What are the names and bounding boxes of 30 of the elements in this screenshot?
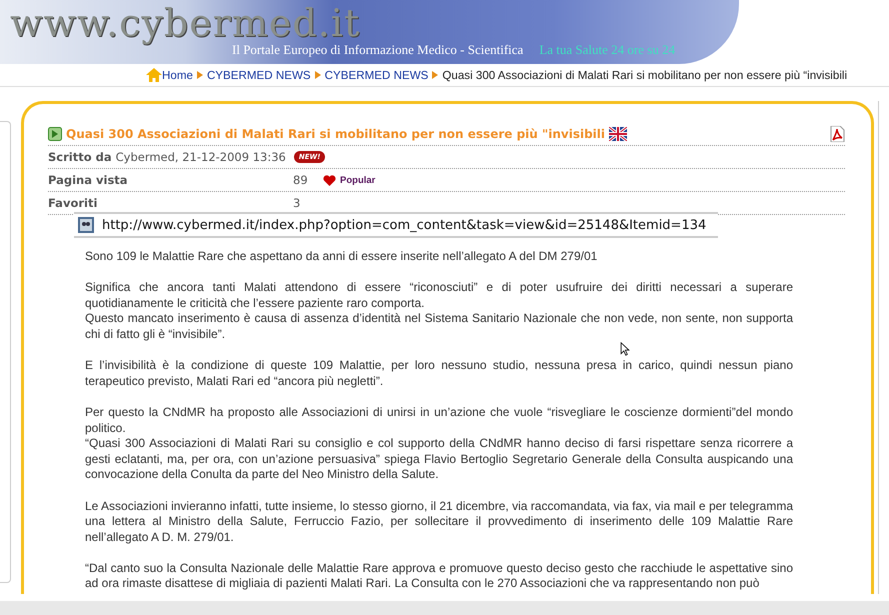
article-paragraph: Le Associazioni invieranno infatti, tutte insieme, lo stesso giorno, il 21 dicembre, via raccomandata, via fax, via mail e per telegramma una lettera al Ministro della Salute, Ferruccio Fazio, per sollecitare il provvedimento di inserimento delle 109 Malattie Rare nell’allegato A D. M. 279/01.: [85, 498, 793, 546]
breadcrumb-link[interactable]: CYBERMED NEWS: [206, 68, 311, 82]
mouse-pointer-icon: [620, 342, 630, 356]
site-icon: [78, 217, 94, 233]
breadcrumb-link[interactable]: Home: [162, 68, 193, 82]
document-icon: [48, 127, 62, 141]
heart-icon: [323, 174, 336, 186]
meta-value: Cybermed, 21-12-2009 13:36: [116, 150, 286, 164]
flag-icon[interactable]: [609, 127, 628, 141]
article-paragraph: “Quasi 300 Associazioni di Malati Rari su consiglio e col supporto della CNdMR hanno deciso di farsi rispettare senza ricorrere a gesti eclatanti, ma, per ora, con un’azione persuasiva” spiega Flavio Bertoglio Segretario Generale della Consulta auspicando una convocazione della Conulta da parte del Neo Ministro della Salute.: [85, 436, 793, 483]
article-paragraph: “Dal canto suo la Consulta Nazionale delle Malattie Rare approva e promuove questo deciso gesto che racchiude le aspettative sino ad ora rimaste disattese di migliaia di pazienti Malati Rari. La Consulta con le 270 Associazioni che va rappresentando non può: [85, 560, 793, 592]
site-subtitle: Il Portale Europeo di Informazione Medico - Scientifica: [232, 42, 524, 58]
breadcrumb-arrow-icon: [196, 71, 203, 79]
breadcrumb-link[interactable]: CYBERMED NEWS: [324, 68, 428, 82]
url-text: http://www.cybermed.it/index.php?option=com_content&task=view&id=25148&Itemid=134: [102, 218, 706, 232]
breadcrumb-arrow-icon: [314, 71, 321, 79]
pdf-icon[interactable]: [829, 126, 845, 142]
breadcrumb-arrow-icon: [432, 71, 438, 79]
article-paragraph: E l’invisibilità è la condizione di queste 109 Malattie, per loro nessuno studio, nessuna presa in carico, quindi nessun piano terapeutico previsto, Malati Rari ed “ancora più negletti”.: [85, 358, 793, 390]
meta-value: 3: [293, 196, 302, 210]
article-paragraph: Questo mancato inserimento è causa di assenza d’identità nel Sistema Sanitario Nazionale che non vede, non sente, non supporta chi di fatto gli è “invisibile”.: [85, 311, 793, 343]
meta-label: Favoriti: [48, 196, 98, 210]
article-paragraph: Significa che ancora tanti Malati attendono di essere “riconosciuti” e di poter usufruire dei diritti necessari a superare quotidianamente le criticità che l’essere paziente raro comporta.: [85, 280, 793, 312]
meta-label: Scritto da: [48, 150, 112, 164]
site-tagline: La tua Salute 24 ore su 24: [539, 42, 676, 58]
article-paragraph: Per questo la CNdMR ha proposto alle Associazioni di unirsi in un’azione che vuole “risvegliare le coscienze dormienti”del mondo politico.: [85, 404, 793, 436]
popular-label: Popular: [340, 174, 376, 186]
article-paragraph: Sono 109 le Malattie Rare che aspettano da anni di essere inserite nell’allegato A del DM 279/01: [85, 249, 598, 265]
meta-label: Pagina vista: [48, 173, 129, 187]
meta-value: 89: [293, 173, 309, 187]
